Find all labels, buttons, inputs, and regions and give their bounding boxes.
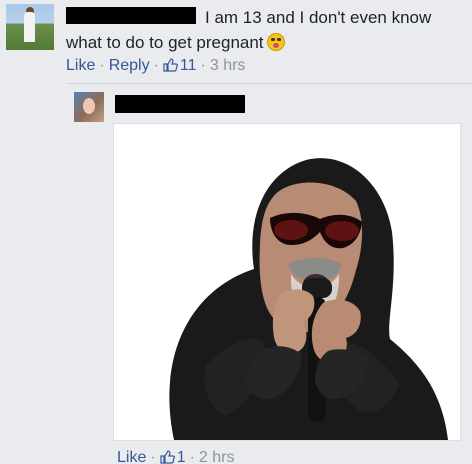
separator-dot: · (99, 57, 105, 74)
avatar-figure (24, 12, 35, 42)
photo-illustration (114, 124, 460, 440)
facebook-comment-thread: I am 13 and I don't even know what to do… (0, 0, 472, 464)
separator-dot: · (153, 57, 159, 74)
thumbs-up-icon[interactable] (163, 58, 178, 72)
avatar-face (83, 98, 95, 114)
reply-divider (66, 83, 472, 84)
like-link[interactable]: Like (66, 57, 95, 74)
reply-link[interactable]: Reply (109, 57, 150, 74)
comment-text: I am 13 and I don't even know what to do… (66, 8, 432, 52)
like-count[interactable]: 1 (177, 449, 186, 464)
comment-actions: Like · Reply · 11 · 3 hrs (66, 56, 245, 75)
hooded-man-microphone-photo[interactable] (113, 123, 461, 441)
reply-commenter-avatar[interactable] (74, 92, 104, 122)
like-link[interactable]: Like (117, 449, 146, 464)
reply-actions: Like · 1 · 2 hrs (117, 448, 235, 464)
separator-dot: · (150, 449, 156, 464)
separator-dot: · (189, 449, 195, 464)
timestamp[interactable]: 2 hrs (199, 449, 235, 464)
like-count[interactable]: 11 (180, 57, 197, 74)
main-commenter-avatar[interactable] (6, 4, 54, 50)
timestamp[interactable]: 3 hrs (210, 57, 246, 74)
comment-body: I am 13 and I don't even know what to do… (66, 6, 456, 55)
name-spacer (66, 22, 205, 23)
emoji-mouth (272, 43, 279, 48)
thumbs-up-icon[interactable] (160, 450, 175, 464)
separator-dot: · (200, 57, 206, 74)
tongue-out-emoji-icon (266, 33, 285, 51)
redacted-author-name (115, 95, 245, 113)
